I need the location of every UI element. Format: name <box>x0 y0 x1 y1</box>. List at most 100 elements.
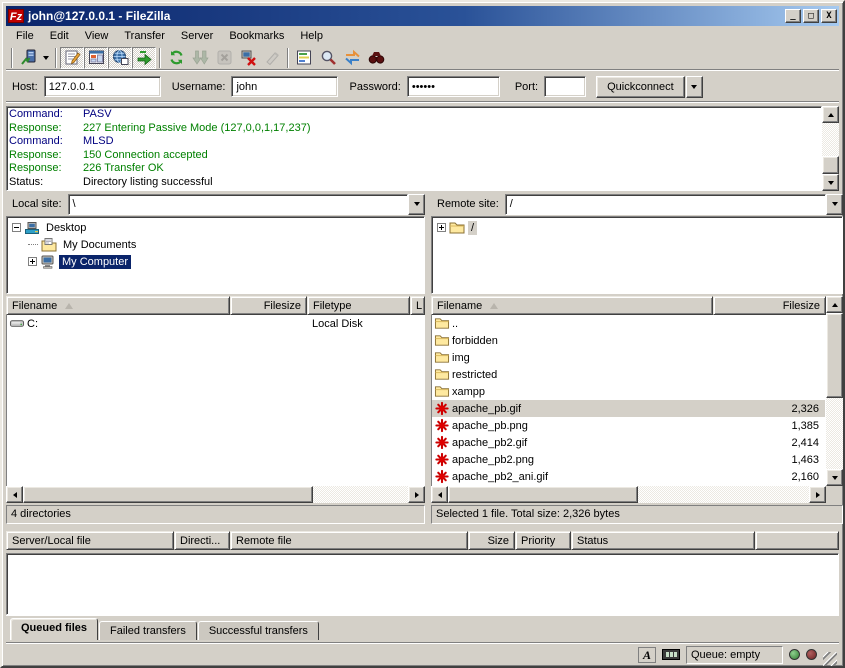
speed-limit-icon[interactable] <box>662 649 680 660</box>
scroll-left-button[interactable] <box>6 486 23 503</box>
file-row[interactable]: img <box>432 349 825 366</box>
tree-item-my-documents[interactable]: My Documents <box>7 236 424 253</box>
message-log[interactable]: Command:PASV Response:227 Entering Passi… <box>6 106 822 191</box>
quickconnect-button[interactable]: Quickconnect <box>596 76 685 98</box>
tree-item-desktop[interactable]: Desktop <box>7 219 424 236</box>
file-row[interactable]: apache_pb2_ani.gif2,160 <box>432 468 825 485</box>
minimize-button[interactable]: _ <box>785 9 801 23</box>
host-input[interactable] <box>44 76 161 97</box>
tab-queued-files[interactable]: Queued files <box>10 618 98 640</box>
column-header-size[interactable]: Size <box>468 531 515 550</box>
file-row-selected[interactable]: apache_pb.gif2,326 <box>432 400 825 417</box>
site-manager-dropdown[interactable] <box>40 47 52 69</box>
refresh-button[interactable] <box>164 47 188 69</box>
file-row[interactable]: .. <box>432 315 825 332</box>
combo-dropdown-button[interactable] <box>826 194 843 215</box>
scroll-thumb[interactable] <box>23 486 313 503</box>
scroll-left-button[interactable] <box>431 486 448 503</box>
column-header-filesize[interactable]: Filesize <box>230 296 307 315</box>
remote-vertical-scrollbar[interactable] <box>826 296 843 486</box>
close-button[interactable]: X <box>821 9 837 23</box>
site-manager-button[interactable] <box>16 47 40 69</box>
scroll-thumb[interactable] <box>448 486 638 503</box>
queue-splitter[interactable] <box>6 524 839 531</box>
collapse-icon[interactable] <box>12 223 21 232</box>
scroll-track[interactable] <box>826 313 843 469</box>
scroll-right-button[interactable] <box>809 486 826 503</box>
expand-icon[interactable] <box>437 223 446 232</box>
toggle-local-tree-button[interactable] <box>84 47 108 69</box>
quickconnect-dropdown[interactable] <box>686 76 703 98</box>
column-header-filename[interactable]: Filename <box>6 296 230 315</box>
find-files-button[interactable] <box>364 47 388 69</box>
remote-site-combobox[interactable]: / <box>505 194 843 215</box>
file-row-c-drive[interactable]: C: Local Disk <box>7 315 424 332</box>
scroll-down-button[interactable] <box>822 174 839 191</box>
remote-site-value[interactable]: / <box>505 194 826 215</box>
menu-view[interactable]: View <box>77 28 117 44</box>
file-row[interactable]: apache_pb2.gif2,414 <box>432 434 825 451</box>
menu-edit[interactable]: Edit <box>42 28 77 44</box>
menu-server[interactable]: Server <box>173 28 221 44</box>
column-header-server-local-file[interactable]: Server/Local file <box>6 531 174 550</box>
column-header-direction[interactable]: Directi... <box>174 531 230 550</box>
column-header-filesize[interactable]: Filesize <box>713 296 826 315</box>
scroll-up-button[interactable] <box>826 296 843 313</box>
maximize-button[interactable]: □ <box>803 9 819 23</box>
file-row[interactable]: forbidden <box>432 332 825 349</box>
file-row[interactable]: restricted <box>432 366 825 383</box>
expand-icon[interactable] <box>28 257 37 266</box>
scroll-track[interactable] <box>23 486 408 503</box>
local-site-value[interactable]: \ <box>68 194 408 215</box>
remote-tree[interactable]: / <box>431 216 843 294</box>
local-horizontal-scrollbar[interactable] <box>6 486 425 503</box>
tab-failed-transfers[interactable]: Failed transfers <box>99 621 197 640</box>
column-header-lastmodified[interactable]: L <box>410 296 425 315</box>
column-header-filetype[interactable]: Filetype <box>307 296 410 315</box>
username-input[interactable] <box>231 76 338 97</box>
menu-help[interactable]: Help <box>292 28 331 44</box>
queue-list[interactable] <box>6 553 839 615</box>
title-bar[interactable]: Fz john@127.0.0.1 - FileZilla _ □ X <box>6 6 839 26</box>
toggle-remote-tree-button[interactable] <box>108 47 132 69</box>
password-input[interactable] <box>407 76 500 97</box>
tree-item-my-computer[interactable]: My Computer <box>7 253 424 270</box>
scroll-thumb[interactable] <box>822 156 839 174</box>
log-vertical-scrollbar[interactable] <box>822 106 839 191</box>
scroll-track[interactable] <box>448 486 809 503</box>
column-header-status[interactable]: Status <box>571 531 755 550</box>
sync-browsing-button[interactable] <box>340 47 364 69</box>
file-row[interactable]: xampp <box>432 383 825 400</box>
process-queue-button[interactable] <box>188 47 212 69</box>
column-header-filename[interactable]: Filename <box>431 296 713 315</box>
resize-grip[interactable] <box>823 652 837 666</box>
column-header-remote-file[interactable]: Remote file <box>230 531 468 550</box>
tree-item-root[interactable]: / <box>432 219 842 236</box>
scroll-down-button[interactable] <box>826 469 843 486</box>
menu-bookmarks[interactable]: Bookmarks <box>221 28 292 44</box>
combo-dropdown-button[interactable] <box>408 194 425 215</box>
toggle-message-log-button[interactable] <box>60 47 84 69</box>
directory-comparison-button[interactable] <box>316 47 340 69</box>
file-row[interactable]: apache_pb2.png1,463 <box>432 451 825 468</box>
local-tree[interactable]: Desktop My Documents My Computer <box>6 216 425 294</box>
remote-file-list[interactable]: .. forbidden img restricted xampp apache… <box>431 315 826 486</box>
scroll-up-button[interactable] <box>822 106 839 123</box>
filter-button[interactable] <box>292 47 316 69</box>
scroll-track[interactable] <box>822 123 839 174</box>
column-header-priority[interactable]: Priority <box>515 531 571 550</box>
menu-transfer[interactable]: Transfer <box>116 28 173 44</box>
local-file-list[interactable]: C: Local Disk <box>6 315 425 486</box>
remote-horizontal-scrollbar[interactable] <box>431 486 826 503</box>
scroll-right-button[interactable] <box>408 486 425 503</box>
local-site-combobox[interactable]: \ <box>68 194 425 215</box>
menu-file[interactable]: File <box>8 28 42 44</box>
scroll-thumb[interactable] <box>826 313 843 398</box>
disconnect-button[interactable] <box>236 47 260 69</box>
cancel-operation-button[interactable] <box>212 47 236 69</box>
reconnect-button[interactable] <box>260 47 284 69</box>
file-row[interactable]: apache_pb.png1,385 <box>432 417 825 434</box>
tab-successful-transfers[interactable]: Successful transfers <box>198 621 319 640</box>
toggle-queue-button[interactable] <box>132 47 156 69</box>
port-input[interactable] <box>544 76 586 97</box>
